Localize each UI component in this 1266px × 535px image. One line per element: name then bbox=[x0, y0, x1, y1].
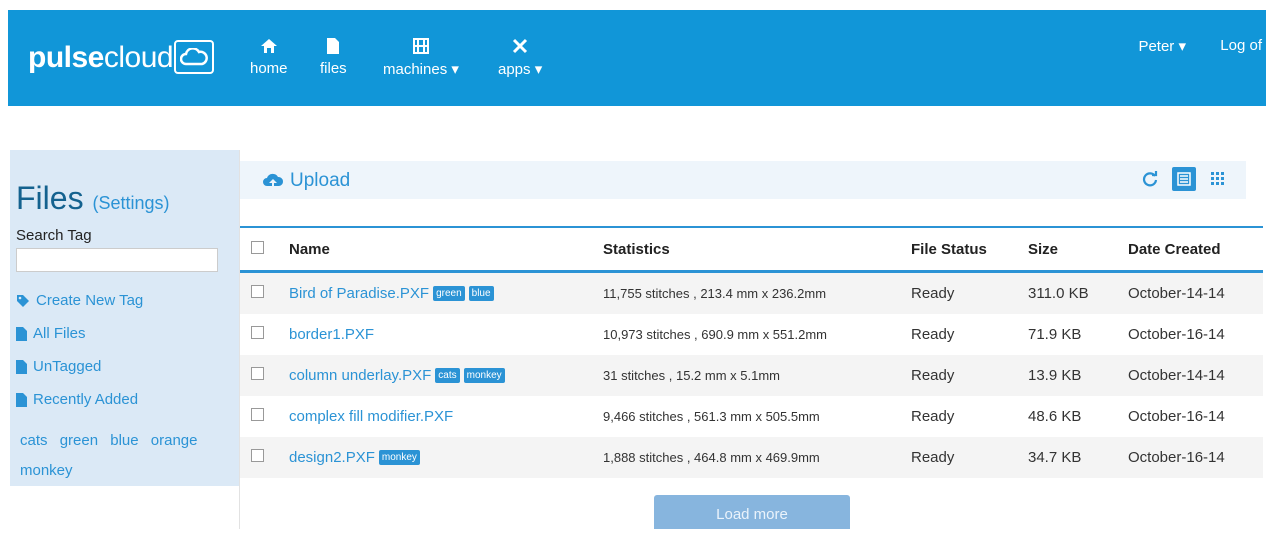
settings-link[interactable]: (Settings) bbox=[92, 193, 169, 213]
column-header-file-status[interactable]: File Status bbox=[910, 226, 1027, 273]
file-tag-badge[interactable]: monkey bbox=[378, 449, 420, 465]
files-sidebar: Files (Settings) Search Tag Create New T… bbox=[10, 150, 240, 486]
nav-home[interactable]: home bbox=[250, 36, 288, 77]
file-size: 34.7 KB bbox=[1027, 437, 1127, 478]
file-date: October-16-14 bbox=[1128, 408, 1225, 425]
file-statistics: 10,973 stitches , 690.9 mm x 551.2mm bbox=[603, 327, 827, 342]
tag-cloud: cats green blue orange monkey bbox=[20, 426, 230, 486]
file-tag-badge[interactable]: cats bbox=[435, 367, 460, 383]
chevron-down-icon: ▾ bbox=[534, 61, 543, 78]
nav-apps[interactable]: apps ▾ bbox=[498, 36, 542, 78]
table-header: Name Statistics File Status Size Date Cr… bbox=[240, 226, 1263, 273]
tag-link-cats[interactable]: cats bbox=[20, 432, 48, 449]
column-header-name[interactable]: Name bbox=[288, 226, 602, 273]
load-more-button[interactable]: Load more bbox=[654, 495, 850, 529]
column-header-date-created[interactable]: Date Created bbox=[1127, 226, 1263, 273]
row-checkbox[interactable] bbox=[251, 326, 264, 339]
file-size: 71.9 KB bbox=[1028, 326, 1082, 343]
home-icon bbox=[260, 39, 277, 53]
user-menu[interactable]: Peter ▾ bbox=[1138, 37, 1186, 55]
tag-icon bbox=[17, 294, 29, 307]
file-status: Ready bbox=[910, 437, 1027, 478]
file-status: Ready bbox=[910, 355, 1027, 396]
file-date: October-16-14 bbox=[1127, 437, 1263, 478]
recently-added-link[interactable]: Recently Added bbox=[16, 391, 138, 408]
untagged-link[interactable]: UnTagged bbox=[16, 358, 101, 375]
file-icon bbox=[16, 359, 27, 374]
file-statistics: 1,888 stitches , 464.8 mm x 469.9mm bbox=[602, 437, 910, 478]
tag-link-monkey[interactable]: monkey bbox=[20, 462, 73, 479]
logout-link[interactable]: Log of bbox=[1220, 37, 1262, 54]
file-name-link[interactable]: border1.PXF bbox=[289, 326, 374, 343]
files-table: Name Statistics File Status Size Date Cr… bbox=[240, 226, 1263, 478]
table-row[interactable]: border1.PXF 10,973 stitches , 690.9 mm x… bbox=[240, 314, 1263, 355]
column-header-size[interactable]: Size bbox=[1027, 226, 1127, 273]
table-row[interactable]: column underlay.PXF cats monkey 31 stitche… bbox=[240, 355, 1263, 396]
select-all-checkbox[interactable] bbox=[251, 240, 264, 254]
file-name-link[interactable]: column underlay.PXF bbox=[289, 367, 431, 384]
cloud-upload-icon bbox=[263, 173, 284, 189]
files-toolbar: Upload bbox=[240, 161, 1246, 199]
brand-logo[interactable]: pulsecloud bbox=[28, 41, 174, 75]
file-name-link[interactable]: complex fill modifier.PXF bbox=[289, 408, 453, 425]
file-status: Ready bbox=[911, 408, 955, 425]
row-checkbox[interactable] bbox=[251, 285, 264, 298]
table-row[interactable]: design2.PXF monkey 1,888 stitches , 464.8… bbox=[240, 437, 1263, 478]
refresh-icon[interactable] bbox=[1138, 167, 1162, 191]
file-status: Ready bbox=[911, 326, 955, 343]
all-files-link[interactable]: All Files bbox=[16, 325, 86, 342]
file-icon bbox=[16, 326, 27, 341]
search-tag-label: Search Tag bbox=[16, 227, 92, 244]
tag-link-green[interactable]: green bbox=[60, 432, 98, 449]
file-date: October-16-14 bbox=[1128, 326, 1225, 343]
upload-button[interactable]: Upload bbox=[262, 170, 350, 192]
cloud-icon bbox=[174, 40, 214, 74]
machine-icon bbox=[412, 38, 429, 54]
chevron-down-icon: ▾ bbox=[1178, 38, 1186, 55]
page-title: Files (Settings) bbox=[16, 180, 170, 216]
file-icon bbox=[327, 38, 340, 54]
create-new-tag-link[interactable]: Create New Tag bbox=[16, 292, 143, 309]
file-size: 13.9 KB bbox=[1027, 355, 1127, 396]
file-status: Ready bbox=[910, 271, 1027, 314]
file-statistics: 11,755 stitches , 213.4 mm x 236.2mm bbox=[602, 271, 910, 314]
file-icon bbox=[16, 392, 27, 407]
nav-machines[interactable]: machines ▾ bbox=[383, 36, 459, 78]
file-tag-badge[interactable]: green bbox=[433, 285, 465, 301]
tools-icon bbox=[513, 38, 528, 54]
table-row[interactable]: Bird of Paradise.PXF green blue 11,755 sti… bbox=[240, 271, 1263, 314]
nav-files[interactable]: files bbox=[320, 36, 347, 77]
file-name-link[interactable]: Bird of Paradise.PXF bbox=[289, 285, 429, 302]
list-view-icon[interactable] bbox=[1172, 167, 1196, 191]
file-statistics: 9,466 stitches , 561.3 mm x 505.5mm bbox=[603, 409, 820, 424]
tag-link-blue[interactable]: blue bbox=[110, 432, 138, 449]
file-date: October-14-14 bbox=[1127, 271, 1263, 314]
search-tag-input[interactable] bbox=[16, 248, 218, 272]
chevron-down-icon: ▾ bbox=[451, 61, 459, 78]
column-header-statistics[interactable]: Statistics bbox=[602, 226, 910, 273]
row-checkbox[interactable] bbox=[251, 408, 264, 421]
file-date: October-14-14 bbox=[1127, 355, 1263, 396]
top-navbar: pulsecloud home files machines ▾ apps ▾ … bbox=[8, 10, 1266, 106]
file-size: 48.6 KB bbox=[1028, 408, 1082, 425]
tag-link-orange[interactable]: orange bbox=[151, 432, 198, 449]
file-tag-badge[interactable]: blue bbox=[468, 285, 494, 301]
table-row[interactable]: complex fill modifier.PXF 9,466 stitches… bbox=[240, 396, 1263, 437]
file-size: 311.0 KB bbox=[1027, 271, 1127, 314]
file-tag-badge[interactable]: monkey bbox=[463, 367, 505, 383]
file-name-link[interactable]: design2.PXF bbox=[289, 449, 375, 466]
grid-view-icon[interactable] bbox=[1206, 167, 1230, 191]
file-statistics: 31 stitches , 15.2 mm x 5.1mm bbox=[602, 355, 910, 396]
row-checkbox[interactable] bbox=[251, 449, 264, 462]
row-checkbox[interactable] bbox=[251, 367, 264, 380]
